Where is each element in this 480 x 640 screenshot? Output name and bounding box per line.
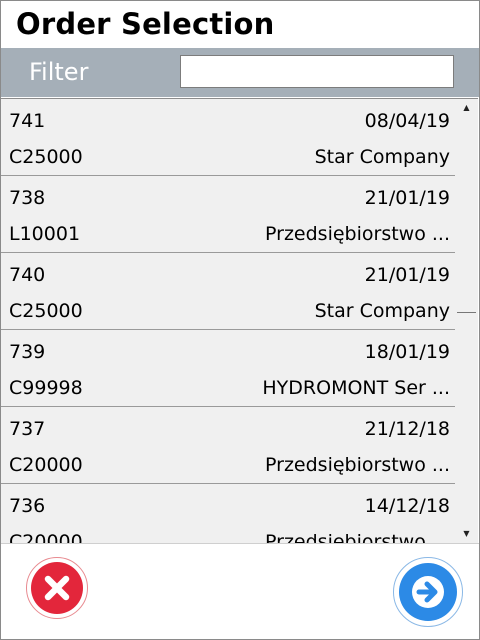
- next-button[interactable]: [393, 557, 463, 627]
- order-row[interactable]: 741 08/04/19 C25000 Star Company: [1, 99, 455, 176]
- order-id: 740: [9, 264, 46, 286]
- customer-code: C25000: [9, 146, 83, 168]
- scrollbar-thumb[interactable]: [457, 312, 476, 313]
- filter-label: Filter: [29, 58, 89, 86]
- customer-code: L10001: [9, 223, 81, 245]
- cancel-button[interactable]: [26, 557, 88, 619]
- customer-code: C99998: [9, 377, 83, 399]
- customer-code: C20000: [9, 531, 83, 544]
- scroll-down-arrow-icon[interactable]: ▼: [455, 528, 478, 540]
- arrow-right-icon: [399, 563, 457, 621]
- company-name: Przedsiębiorstwo ...: [265, 454, 450, 476]
- customer-code: C25000: [9, 300, 83, 322]
- order-id: 738: [9, 187, 46, 209]
- company-name: HYDROMONT Ser ...: [262, 377, 450, 399]
- company-name: Przedsiębiorstwo ...: [265, 223, 450, 245]
- order-id: 739: [9, 341, 46, 363]
- close-icon: [31, 562, 83, 614]
- order-id: 741: [9, 110, 46, 132]
- company-name: Star Company: [314, 300, 450, 322]
- order-row[interactable]: 737 21/12/18 C20000 Przedsiębiorstwo ...: [1, 407, 455, 484]
- filter-bar: Filter: [1, 48, 479, 97]
- order-date: 08/04/19: [364, 110, 450, 132]
- scroll-up-arrow-icon[interactable]: ▲: [455, 102, 478, 114]
- order-row[interactable]: 738 21/01/19 L10001 Przedsiębiorstwo ...: [1, 176, 455, 253]
- order-date: 21/01/19: [364, 187, 450, 209]
- company-name: Star Company: [314, 146, 450, 168]
- order-row[interactable]: 736 14/12/18 C20000 Przedsiębiorstwo ...: [1, 484, 455, 544]
- footer-divider: [1, 543, 479, 544]
- order-row[interactable]: 740 21/01/19 C25000 Star Company: [1, 253, 455, 330]
- page-title: Order Selection: [16, 7, 275, 41]
- order-id: 737: [9, 418, 46, 440]
- order-list: 741 08/04/19 C25000 Star Company 738 21/…: [1, 98, 455, 544]
- order-date: 21/12/18: [364, 418, 450, 440]
- company-name: Przedsiębiorstwo ...: [265, 531, 450, 544]
- list-scrollbar[interactable]: ▲ ▼: [455, 98, 478, 543]
- customer-code: C20000: [9, 454, 83, 476]
- order-date: 14/12/18: [364, 495, 450, 517]
- filter-input[interactable]: [180, 55, 454, 88]
- order-date: 18/01/19: [364, 341, 450, 363]
- order-id: 736: [9, 495, 46, 517]
- order-row[interactable]: 739 18/01/19 C99998 HYDROMONT Ser ...: [1, 330, 455, 407]
- order-date: 21/01/19: [364, 264, 450, 286]
